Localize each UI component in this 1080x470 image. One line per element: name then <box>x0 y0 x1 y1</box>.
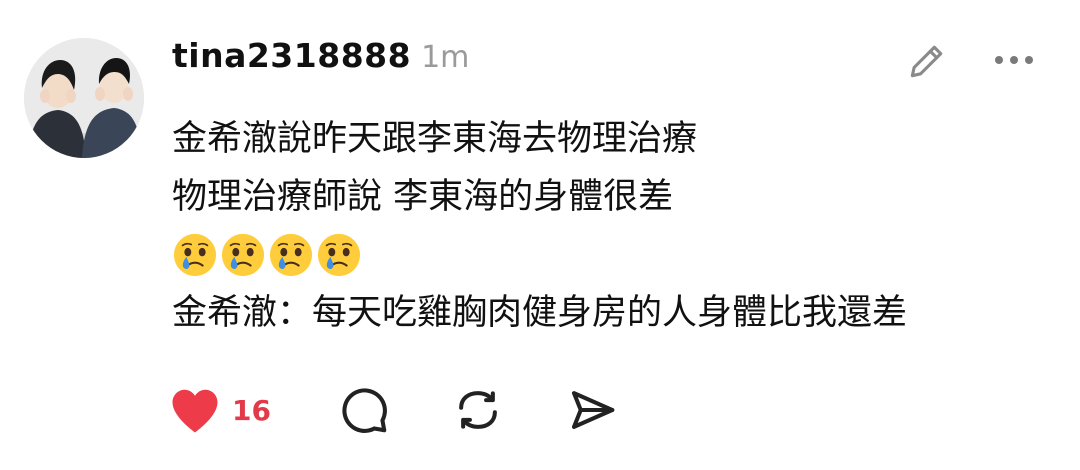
username[interactable]: tina2318888 <box>172 36 411 75</box>
reply-button[interactable] <box>337 383 391 437</box>
post-header: tina2318888 1m <box>172 36 469 86</box>
heart-icon <box>172 389 218 433</box>
post-text-line: 金希澈說昨天跟李東海去物理治療 <box>172 119 698 159</box>
crying-face-emoji-icon <box>269 233 313 277</box>
more-dots-icon <box>995 56 1033 64</box>
repost-button[interactable] <box>451 383 505 437</box>
avatar[interactable] <box>24 38 144 158</box>
action-bar: 16 <box>168 382 619 438</box>
edit-button[interactable] <box>902 36 952 86</box>
more-options-button[interactable] <box>986 40 1042 80</box>
post-text-line: 金希澈：每天吃雞胸肉健身房的人身體比我還差 <box>172 293 908 333</box>
share-button[interactable] <box>565 383 619 437</box>
like-count: 16 <box>232 393 271 427</box>
crying-face-emoji-icon <box>317 233 361 277</box>
timestamp: 1m <box>421 40 470 75</box>
post-text-line: 物理治療師說 李東海的身體很差 <box>172 177 674 217</box>
pencil-icon <box>910 45 943 78</box>
crying-face-emoji-icon <box>173 233 217 277</box>
post-body: 金希澈說昨天跟李東海去物理治療 物理治療師說 李東海的身體很差 金希澈：每天吃雞… <box>172 110 1052 342</box>
avatar-photo <box>24 38 144 158</box>
crying-face-emoji-icon <box>221 233 265 277</box>
emoji-row <box>172 226 1052 284</box>
like-button[interactable]: 16 <box>168 385 271 435</box>
send-icon <box>571 391 615 429</box>
repost-icon <box>459 391 497 429</box>
comment-icon <box>342 388 387 433</box>
